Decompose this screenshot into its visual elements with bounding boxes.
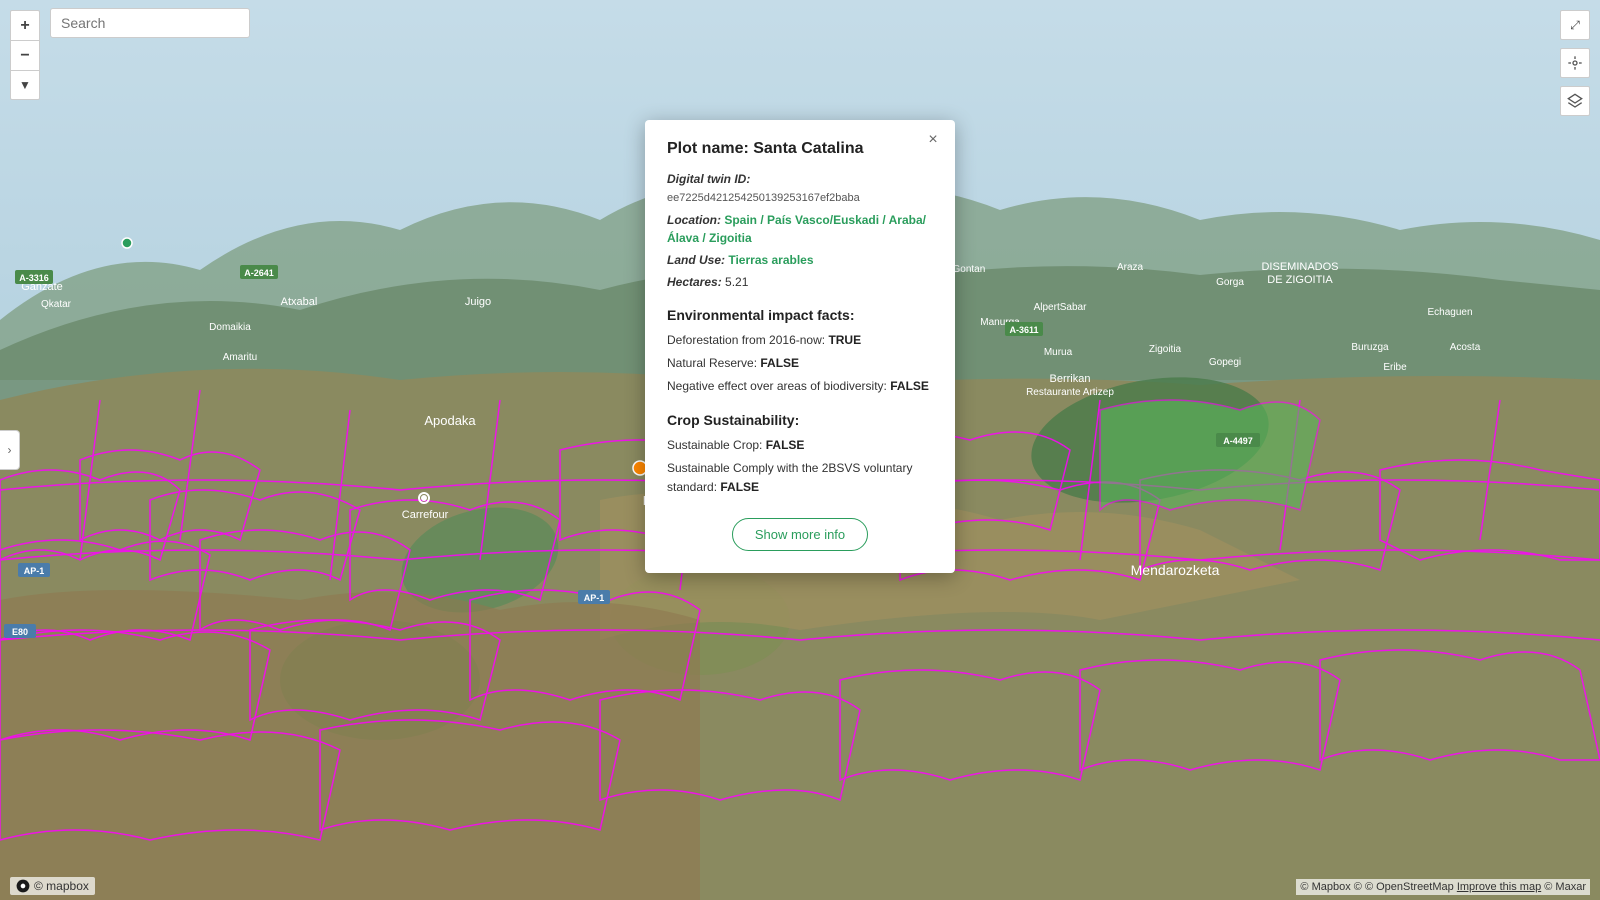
deforestation-value: TRUE <box>828 333 861 347</box>
svg-text:AP-1: AP-1 <box>24 566 45 576</box>
svg-text:Qkatar: Qkatar <box>41 299 72 310</box>
map-attribution: © Mapbox © © OpenStreetMap Improve this … <box>1296 879 1590 895</box>
digital-twin-value: ee7225d421254250139253167ef2baba <box>667 192 860 204</box>
show-more-button[interactable]: Show more info <box>732 518 868 551</box>
svg-text:Araza: Araza <box>1117 262 1144 273</box>
biodiversity-label: Negative effect over areas of biodiversi… <box>667 379 887 393</box>
popup-title: Plot name: Santa Catalina <box>667 140 933 158</box>
mapbox-attr: © Mapbox <box>1300 881 1350 893</box>
zoom-out-button[interactable]: − <box>10 40 40 70</box>
natural-reserve-field: Natural Reserve: FALSE <box>667 354 933 373</box>
chevron-right-icon: › <box>8 443 12 457</box>
svg-text:A-4497: A-4497 <box>1223 436 1253 446</box>
svg-text:Domaikia: Domaikia <box>209 322 251 333</box>
svg-text:Zigoitia: Zigoitia <box>1149 344 1182 355</box>
map-controls-right: ⤢ <box>1560 10 1590 116</box>
osm-attr-text: © OpenStreetMap <box>1365 881 1454 893</box>
crop-section-title: Crop Sustainability: <box>667 412 933 428</box>
svg-text:DE ZIGOITIA: DE ZIGOITIA <box>1267 274 1333 286</box>
search-container <box>50 8 250 38</box>
svg-text:Echaguen: Echaguen <box>1427 307 1472 318</box>
plot-info-popup: × Plot name: Santa Catalina Digital twin… <box>645 120 955 573</box>
land-use-value: Tierras arables <box>728 253 813 267</box>
svg-text:Atxabal: Atxabal <box>281 296 318 308</box>
maxar-attr-text: © Maxar <box>1544 881 1586 893</box>
biodiversity-field: Negative effect over areas of biodiversi… <box>667 377 933 396</box>
osm-attr: © <box>1354 881 1365 893</box>
svg-text:Apodaka: Apodaka <box>424 413 476 428</box>
deforestation-field: Deforestation from 2016-now: TRUE <box>667 331 933 350</box>
search-input[interactable] <box>50 8 250 38</box>
mapbox-icon <box>16 879 30 893</box>
digital-twin-field: Digital twin ID: ee7225d4212542501392531… <box>667 170 933 207</box>
svg-text:AP-1: AP-1 <box>584 593 605 603</box>
svg-text:Acosta: Acosta <box>1450 342 1481 353</box>
zoom-in-button[interactable]: + <box>10 10 40 40</box>
svg-text:Carrefour: Carrefour <box>402 509 449 521</box>
land-use-field: Land Use: Tierras arables <box>667 251 933 269</box>
zoom-controls: + − ▼ <box>10 10 40 100</box>
svg-text:DISEMINADOS: DISEMINADOS <box>1261 261 1338 273</box>
layers-button[interactable] <box>1560 86 1590 116</box>
hectares-field: Hectares: 5.21 <box>667 273 933 291</box>
svg-text:A-3611: A-3611 <box>1009 325 1038 335</box>
geolocate-button[interactable] <box>1560 48 1590 78</box>
sustainable-crop-value: FALSE <box>766 438 805 452</box>
svg-text:E80: E80 <box>12 627 28 637</box>
hectares-label: Hectares: <box>667 275 722 289</box>
svg-text:Murua: Murua <box>1044 347 1073 358</box>
svg-text:AlpertSabar: AlpertSabar <box>1034 302 1087 313</box>
sidebar-toggle[interactable]: › <box>0 430 20 470</box>
svg-text:Juigo: Juigo <box>465 296 491 308</box>
improve-attr[interactable]: Improve this map <box>1457 881 1541 893</box>
hectares-value: 5.21 <box>725 275 748 289</box>
digital-twin-label: Digital twin ID: <box>667 172 750 186</box>
compass-button[interactable]: ▼ <box>10 70 40 100</box>
land-use-label: Land Use: <box>667 253 725 267</box>
sustainable-crop-label: Sustainable Crop: <box>667 438 762 452</box>
svg-text:Mendarozketa: Mendarozketa <box>1131 562 1220 578</box>
svg-text:Eribe: Eribe <box>1383 362 1407 373</box>
fullscreen-button[interactable]: ⤢ <box>1560 10 1590 40</box>
mapbox-logo: © mapbox <box>10 877 95 895</box>
natural-reserve-label: Natural Reserve: <box>667 356 757 370</box>
svg-text:Gorga: Gorga <box>1216 277 1244 288</box>
svg-text:Restaurante Artizep: Restaurante Artizep <box>1026 387 1114 398</box>
svg-text:Amaritu: Amaritu <box>223 352 257 363</box>
deforestation-label: Deforestation from 2016-now: <box>667 333 825 347</box>
location-label: Location: <box>667 213 721 227</box>
env-section-title: Environmental impact facts: <box>667 307 933 323</box>
sustainable-crop-field: Sustainable Crop: FALSE <box>667 436 933 455</box>
svg-text:A-2641: A-2641 <box>244 268 274 278</box>
standard-field: Sustainable Comply with the 2BSVS volunt… <box>667 459 933 497</box>
mapbox-logo-text: © mapbox <box>34 879 89 893</box>
svg-text:Buruzga: Buruzga <box>1351 342 1389 353</box>
svg-text:Gopegi: Gopegi <box>1209 357 1241 368</box>
popup-close-button[interactable]: × <box>923 130 943 150</box>
biodiversity-value: FALSE <box>890 379 929 393</box>
standard-label: Sustainable Comply with the 2BSVS volunt… <box>667 461 912 494</box>
svg-text:Berrikan: Berrikan <box>1050 373 1091 385</box>
svg-text:A-3316: A-3316 <box>19 273 49 283</box>
location-field: Location: Spain / País Vasco/Euskadi / A… <box>667 211 933 247</box>
standard-value: FALSE <box>720 480 759 494</box>
natural-reserve-value: FALSE <box>760 356 799 370</box>
